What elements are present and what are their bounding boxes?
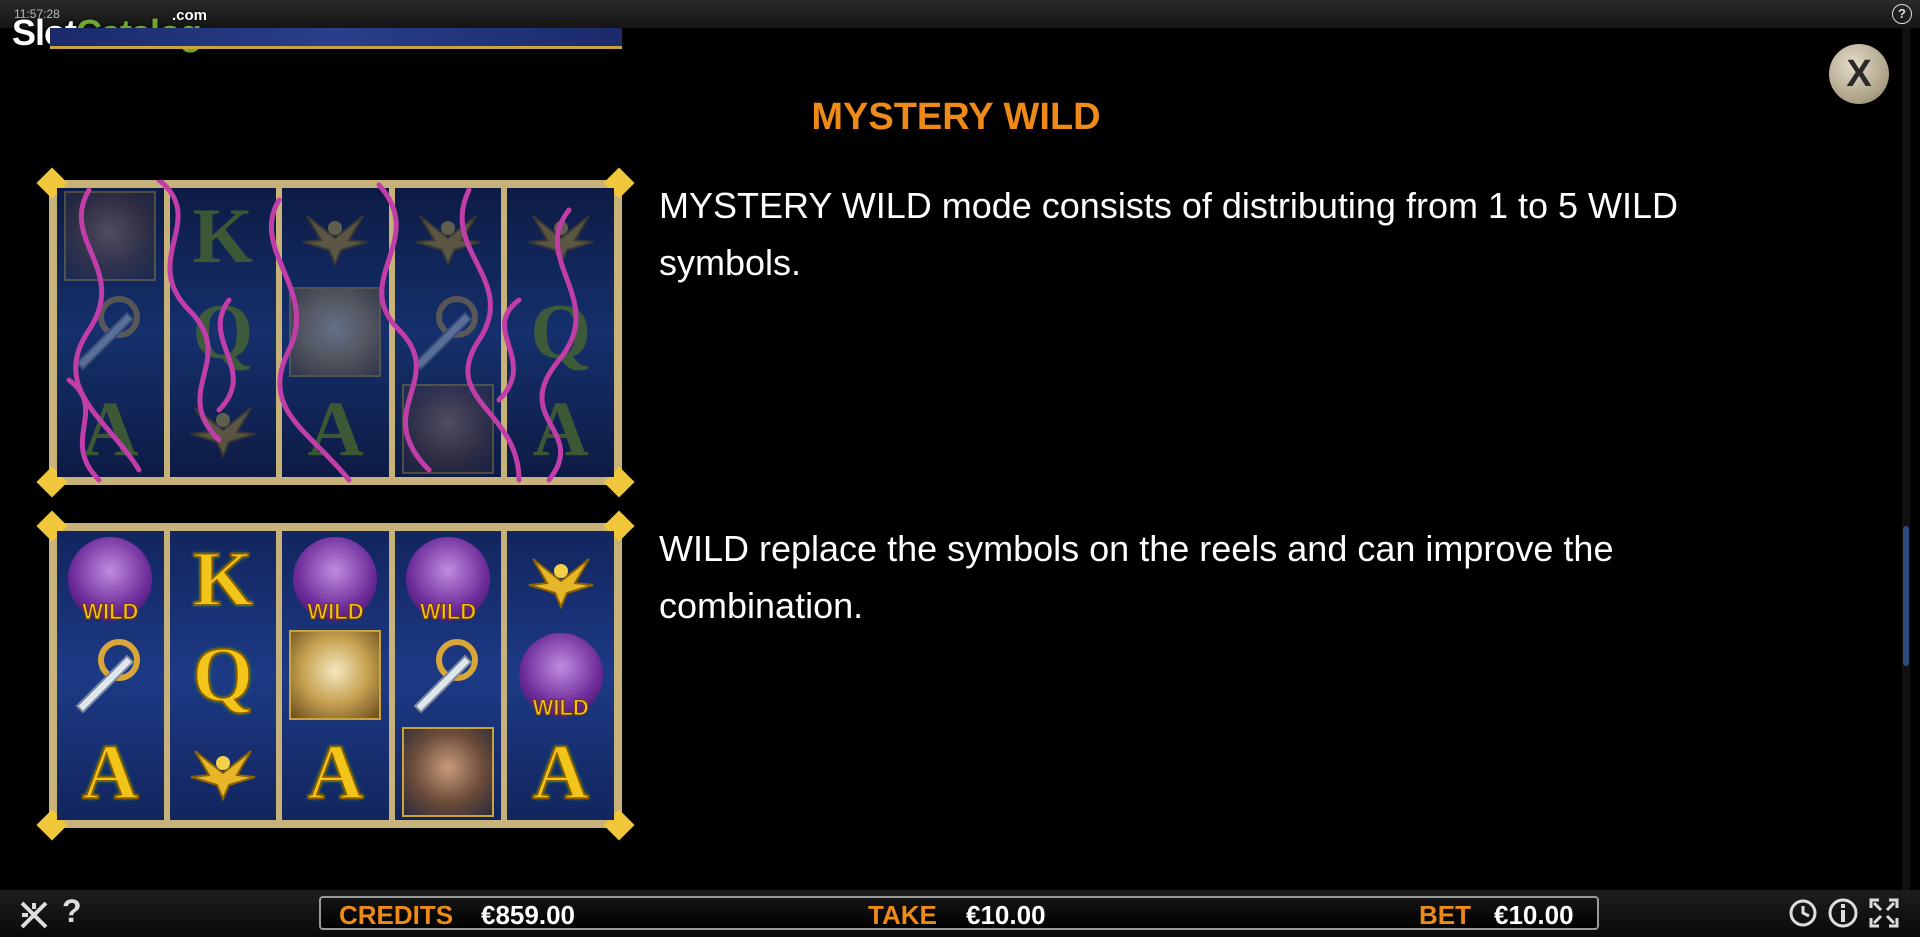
- reel-cell: [282, 627, 389, 723]
- reel-4: [394, 188, 502, 477]
- settings-icon[interactable]: [18, 899, 50, 931]
- reel-cell: [170, 723, 277, 819]
- symbol-warrior: [64, 191, 157, 282]
- fullscreen-icon[interactable]: [1868, 897, 1900, 929]
- info-icon[interactable]: [1827, 897, 1859, 929]
- reel-cell: WILD: [507, 627, 614, 723]
- reel-cell: [57, 188, 164, 284]
- symbol-wild: WILD: [406, 537, 491, 625]
- reel-cell: Q: [170, 284, 277, 380]
- symbol-a: A: [307, 384, 364, 472]
- reel-cell: [282, 188, 389, 284]
- reel-5: QA: [507, 188, 614, 477]
- description-paragraph-2: WILD replace the symbols on the reels an…: [659, 528, 1614, 626]
- symbol-q: Q: [530, 288, 591, 376]
- reel-4: WILD: [394, 531, 502, 820]
- history-icon[interactable]: [1788, 897, 1820, 929]
- scrollbar-thumb[interactable]: [1903, 526, 1909, 666]
- logo-com: .com: [172, 7, 208, 24]
- reel-2: KQ: [169, 188, 277, 477]
- reel-cell: [507, 188, 614, 284]
- reel-cell: A: [57, 723, 164, 819]
- bet-label: BET: [1419, 900, 1471, 930]
- symbol-eagle: [525, 541, 597, 618]
- symbol-eagle: [412, 198, 484, 275]
- page-title: MYSTERY WILD: [811, 96, 1101, 138]
- help-icon[interactable]: ?: [62, 893, 82, 930]
- wild-label: WILD: [419, 599, 477, 625]
- reel-cell: [395, 627, 502, 723]
- symbol-k: K: [192, 192, 254, 280]
- previous-reels-strip: [50, 28, 622, 49]
- wild-label: WILD: [307, 599, 364, 625]
- reel-cell: A: [282, 380, 389, 476]
- symbol-sword: [67, 287, 153, 378]
- reel-cell: [170, 380, 277, 476]
- reel-5: WILD A: [507, 531, 614, 820]
- reel-cell: A: [507, 380, 614, 476]
- reel-cell: [57, 627, 164, 723]
- reel-cell: [395, 380, 502, 476]
- reel-cell: WILD: [395, 531, 502, 627]
- symbol-wild: WILD: [68, 537, 153, 625]
- close-button[interactable]: X: [1829, 44, 1889, 104]
- reel-cell: A: [507, 723, 614, 819]
- symbol-q: Q: [192, 288, 254, 376]
- reel-cell: [282, 284, 389, 380]
- reel-cell: K: [170, 531, 277, 627]
- symbol-a: A: [82, 384, 139, 472]
- reel-cell: A: [57, 380, 164, 476]
- reels-after-mystery-wild: WILD A K Q WILD A WILD WILD A: [36, 510, 635, 841]
- reel-cell: [395, 284, 502, 380]
- symbol-sword: [405, 630, 491, 721]
- symbol-sword: [405, 287, 491, 378]
- reel-1: WILD A: [57, 531, 164, 820]
- symbol-warrior: [402, 383, 495, 474]
- reel-cell: [395, 188, 502, 284]
- symbol-k: K: [192, 534, 255, 623]
- reel-cell: Q: [507, 284, 614, 380]
- reel-cell: WILD: [57, 531, 164, 627]
- symbol-sword: [67, 630, 153, 721]
- reel-cell: [395, 723, 502, 819]
- reel-2: KQ: [169, 531, 277, 820]
- reel-3: A: [282, 188, 389, 477]
- reel-1: A: [57, 188, 164, 477]
- symbol-wild: WILD: [518, 633, 603, 721]
- symbol-eagle: [187, 733, 259, 810]
- take-value: €10.00: [966, 900, 1046, 930]
- symbol-eagle: [187, 390, 259, 467]
- symbol-a: A: [81, 727, 139, 816]
- symbol-a: A: [532, 384, 589, 472]
- reel-cell: A: [282, 723, 389, 819]
- symbol-eagle: [525, 198, 597, 275]
- scrollbar-track[interactable]: [1902, 28, 1910, 890]
- reel-cell: K: [170, 188, 277, 284]
- description-paragraph-1: MYSTERY WILD mode consists of distributi…: [659, 185, 1679, 283]
- symbol-wild: WILD: [293, 537, 378, 625]
- symbol-warrior: [402, 726, 495, 817]
- symbol-q: Q: [192, 630, 255, 719]
- symbol-a: A: [531, 727, 589, 816]
- reel-cell: WILD: [282, 531, 389, 627]
- wild-label: WILD: [82, 599, 139, 625]
- credits-label: CREDITS: [339, 900, 454, 930]
- credits-value: €859.00: [481, 900, 575, 930]
- reels-before-mystery-wild: AKQAQA: [36, 167, 635, 498]
- top-bar: [0, 0, 1920, 28]
- reel-cell: Q: [170, 627, 277, 723]
- symbol-zeus: [289, 630, 382, 721]
- wild-label: WILD: [532, 695, 589, 721]
- symbol-a: A: [306, 727, 364, 816]
- reel-cell: [507, 531, 614, 627]
- symbol-zeus: [289, 287, 382, 378]
- reel-3: WILD A: [282, 531, 389, 820]
- help-icon-top[interactable]: ?: [1892, 4, 1912, 24]
- symbol-eagle: [299, 198, 371, 275]
- reel-cell: [57, 284, 164, 380]
- take-label: TAKE: [868, 900, 937, 930]
- bet-value: €10.00: [1494, 900, 1574, 930]
